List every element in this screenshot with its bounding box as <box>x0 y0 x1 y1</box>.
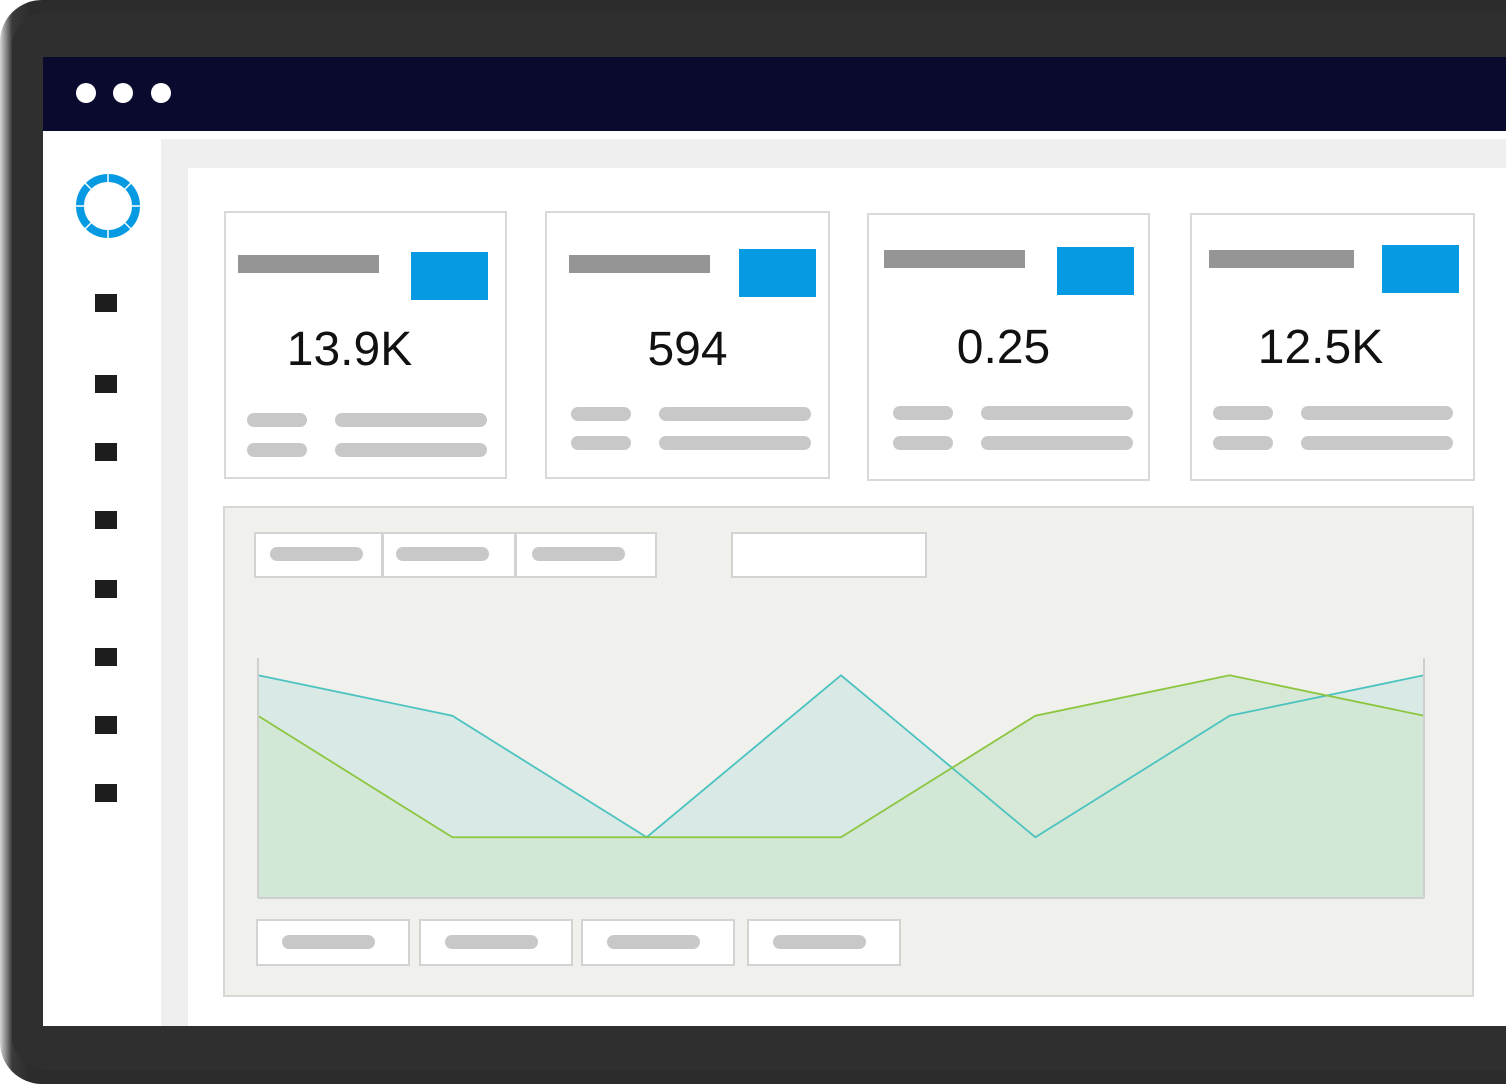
window-dot-3[interactable] <box>151 83 171 103</box>
legend-button-1[interactable] <box>256 919 410 966</box>
button-label-placeholder <box>282 935 375 949</box>
window-dot-1[interactable] <box>76 83 96 103</box>
ring-logo-icon[interactable] <box>74 172 142 240</box>
nav-square-icon[interactable] <box>95 648 117 666</box>
kpi-card-2[interactable]: 594 <box>545 211 830 479</box>
sidebar <box>43 131 161 1026</box>
window-dot-2[interactable] <box>113 83 133 103</box>
card-meta-label <box>571 436 631 450</box>
card-meta-label <box>1213 436 1273 450</box>
card-meta-value <box>981 406 1133 420</box>
kpi-value: 0.25 <box>956 321 1051 374</box>
button-label-placeholder <box>445 935 538 949</box>
nav-square-icon[interactable] <box>95 580 117 598</box>
card-badge <box>1057 247 1134 295</box>
card-badge <box>1382 245 1459 293</box>
kpi-value: 12.5K <box>1257 321 1384 374</box>
card-meta-value <box>1301 406 1453 420</box>
card-meta-label <box>1213 406 1273 420</box>
button-label-placeholder <box>773 935 866 949</box>
card-meta-label <box>893 406 953 420</box>
kpi-card-1[interactable]: 13.9K <box>224 211 507 479</box>
card-meta-label <box>247 443 307 457</box>
nav-square-icon[interactable] <box>95 511 117 529</box>
nav-square-icon[interactable] <box>95 784 117 802</box>
card-title-placeholder <box>569 255 710 273</box>
legend-button-4[interactable] <box>747 919 901 966</box>
legend-button-2[interactable] <box>419 919 573 966</box>
card-meta-value <box>335 443 487 457</box>
card-meta-label <box>893 436 953 450</box>
nav-square-icon[interactable] <box>95 294 117 312</box>
card-meta-value <box>335 413 487 427</box>
kpi-card-3[interactable]: 0.25 <box>867 213 1150 481</box>
card-title-placeholder <box>884 250 1025 268</box>
kpi-value: 13.9K <box>286 323 413 376</box>
card-badge <box>739 249 816 297</box>
card-meta-value <box>981 436 1133 450</box>
title-bar <box>43 57 1506 131</box>
chart-panel <box>223 506 1474 997</box>
button-label-placeholder <box>607 935 700 949</box>
kpi-value: 594 <box>647 323 728 376</box>
card-meta-label <box>571 407 631 421</box>
card-title-placeholder <box>1209 250 1354 268</box>
legend-button-3[interactable] <box>581 919 735 966</box>
card-meta-value <box>1301 436 1453 450</box>
card-meta-label <box>247 413 307 427</box>
kpi-card-4[interactable]: 12.5K <box>1190 213 1475 481</box>
card-meta-value <box>659 407 811 421</box>
card-title-placeholder <box>238 255 379 273</box>
nav-square-icon[interactable] <box>95 375 117 393</box>
card-badge <box>411 252 488 300</box>
nav-square-icon[interactable] <box>95 716 117 734</box>
nav-square-icon[interactable] <box>95 443 117 461</box>
card-meta-value <box>659 436 811 450</box>
